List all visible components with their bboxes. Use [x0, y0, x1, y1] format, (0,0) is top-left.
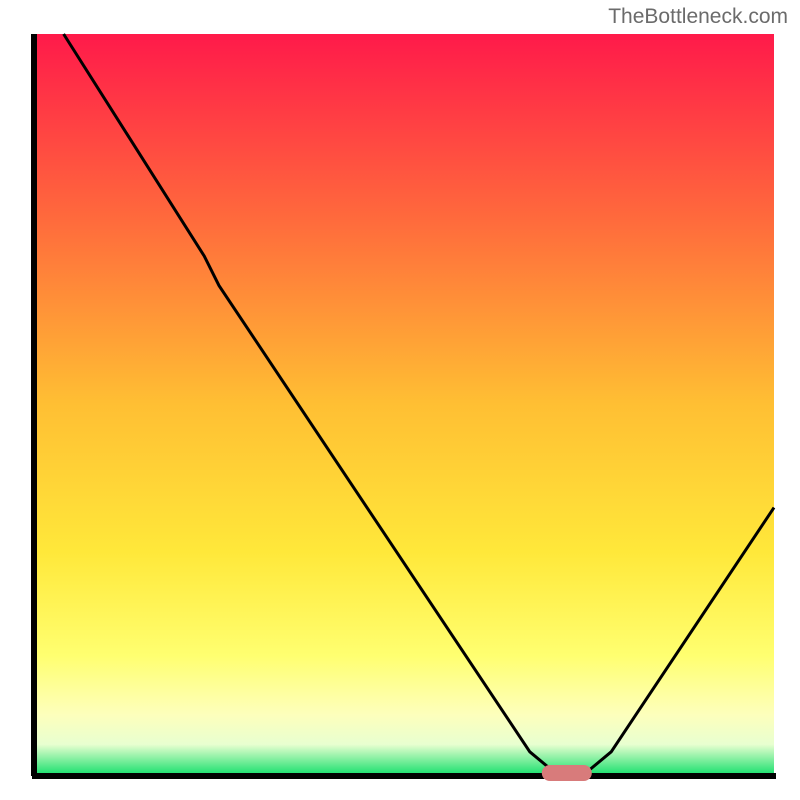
bottleneck-chart — [0, 0, 800, 800]
plot-background — [34, 34, 774, 774]
chart-container: TheBottleneck.com — [0, 0, 800, 800]
optimal-marker — [542, 765, 592, 781]
watermark-text: TheBottleneck.com — [608, 5, 788, 29]
